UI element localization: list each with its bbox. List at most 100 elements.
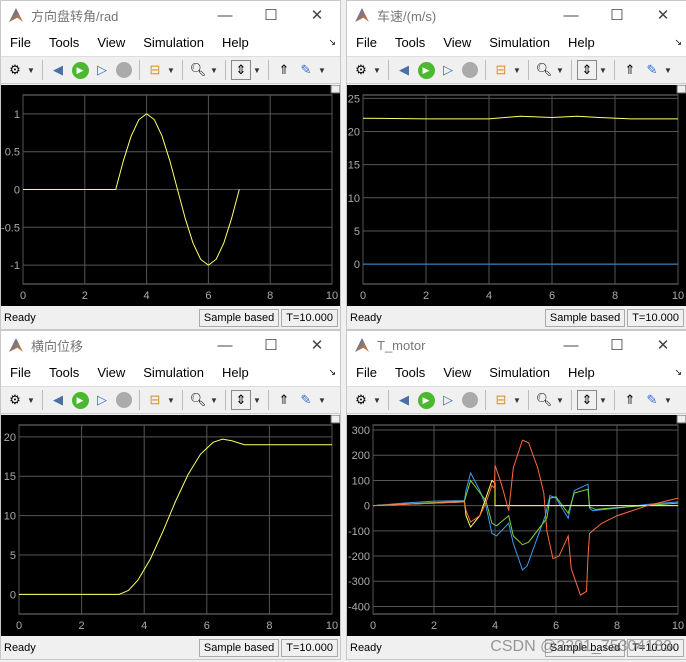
menu-help[interactable]: Help — [559, 35, 604, 50]
stop-button[interactable] — [114, 390, 134, 410]
chevron-down-icon[interactable]: ▼ — [373, 396, 383, 405]
maximize-button[interactable]: ☐ — [594, 336, 640, 354]
plot-area[interactable]: 0 2 4 6 8 10 -1 -0.5 0 0.5 1 — [1, 84, 341, 306]
maximize-button[interactable]: ☐ — [594, 6, 640, 24]
step-forward-icon[interactable]: ▷ — [92, 390, 112, 410]
run-button[interactable]: ▶ — [416, 60, 436, 80]
step-forward-icon[interactable]: ▷ — [438, 60, 458, 80]
chevron-down-icon[interactable]: ▼ — [253, 66, 263, 75]
undock-axes-button[interactable] — [330, 414, 341, 424]
signal-selector-icon[interactable]: ⊟ — [491, 60, 511, 80]
menu-view[interactable]: View — [88, 365, 134, 380]
chevron-down-icon[interactable]: ▼ — [664, 396, 674, 405]
step-back-icon[interactable]: ◀ — [48, 60, 68, 80]
measurements-ruler-icon[interactable]: ✎ — [296, 390, 316, 410]
menu-help[interactable]: Help — [213, 35, 258, 50]
chevron-down-icon[interactable]: ▼ — [556, 396, 566, 405]
step-back-icon[interactable]: ◀ — [48, 390, 68, 410]
stop-button[interactable] — [460, 390, 480, 410]
triggers-icon[interactable]: ⇑ — [274, 60, 294, 80]
menu-simulation[interactable]: Simulation — [480, 35, 559, 50]
chevron-down-icon[interactable]: ▼ — [599, 396, 609, 405]
triggers-icon[interactable]: ⇑ — [620, 390, 640, 410]
minimize-button[interactable]: — — [548, 337, 594, 354]
menu-help[interactable]: Help — [213, 365, 258, 380]
undock-axes-button[interactable] — [676, 84, 686, 94]
menu-simulation[interactable]: Simulation — [134, 365, 213, 380]
autoscale-icon[interactable]: ⇕ — [577, 60, 597, 80]
menu-view[interactable]: View — [88, 35, 134, 50]
menu-simulation[interactable]: Simulation — [134, 35, 213, 50]
dock-arrow-icon[interactable]: ↘ — [674, 37, 682, 48]
dock-arrow-icon[interactable]: ↘ — [328, 367, 336, 378]
step-back-icon[interactable]: ◀ — [394, 390, 414, 410]
triggers-icon[interactable]: ⇑ — [620, 60, 640, 80]
chevron-down-icon[interactable]: ▼ — [513, 66, 523, 75]
triggers-icon[interactable]: ⇑ — [274, 390, 294, 410]
undock-axes-button[interactable] — [330, 84, 341, 94]
menu-tools[interactable]: Tools — [40, 35, 88, 50]
chevron-down-icon[interactable]: ▼ — [27, 396, 37, 405]
menu-tools[interactable]: Tools — [40, 365, 88, 380]
chevron-down-icon[interactable]: ▼ — [318, 66, 328, 75]
signal-selector-icon[interactable]: ⊟ — [145, 390, 165, 410]
settings-gear-icon[interactable]: ⚙ — [351, 390, 371, 410]
chevron-down-icon[interactable]: ▼ — [167, 66, 177, 75]
measurements-ruler-icon[interactable]: ✎ — [642, 60, 662, 80]
close-button[interactable]: ✕ — [294, 336, 340, 354]
menu-view[interactable]: View — [434, 35, 480, 50]
settings-gear-icon[interactable]: ⚙ — [5, 390, 25, 410]
close-button[interactable]: ✕ — [640, 336, 686, 354]
stop-button[interactable] — [460, 60, 480, 80]
zoom-in-icon[interactable]: 🔍︎ — [534, 60, 554, 80]
chevron-down-icon[interactable]: ▼ — [167, 396, 177, 405]
autoscale-icon[interactable]: ⇕ — [577, 390, 597, 410]
plot-area[interactable]: 0 2 4 6 8 10 0 5 10 15 20 25 — [347, 84, 686, 306]
zoom-in-icon[interactable]: 🔍︎ — [188, 390, 208, 410]
close-button[interactable]: ✕ — [640, 6, 686, 24]
maximize-button[interactable]: ☐ — [248, 336, 294, 354]
menu-help[interactable]: Help — [559, 365, 604, 380]
chevron-down-icon[interactable]: ▼ — [599, 66, 609, 75]
dock-arrow-icon[interactable]: ↘ — [328, 37, 336, 48]
plot-area[interactable]: 0 2 4 6 8 10 0 5 10 15 20 — [1, 414, 341, 636]
chevron-down-icon[interactable]: ▼ — [373, 66, 383, 75]
chevron-down-icon[interactable]: ▼ — [27, 66, 37, 75]
menu-file[interactable]: File — [1, 35, 40, 50]
chevron-down-icon[interactable]: ▼ — [210, 66, 220, 75]
chevron-down-icon[interactable]: ▼ — [664, 66, 674, 75]
chevron-down-icon[interactable]: ▼ — [318, 396, 328, 405]
menu-tools[interactable]: Tools — [386, 365, 434, 380]
measurements-ruler-icon[interactable]: ✎ — [296, 60, 316, 80]
maximize-button[interactable]: ☐ — [248, 6, 294, 24]
chevron-down-icon[interactable]: ▼ — [210, 396, 220, 405]
menu-simulation[interactable]: Simulation — [480, 365, 559, 380]
plot-area[interactable]: 0 2 4 6 8 10 -400 -300 -200 -100 0 100 200 300 — [347, 414, 686, 636]
autoscale-icon[interactable]: ⇕ — [231, 60, 251, 80]
menu-file[interactable]: File — [347, 35, 386, 50]
autoscale-icon[interactable]: ⇕ — [231, 390, 251, 410]
menu-file[interactable]: File — [347, 365, 386, 380]
signal-selector-icon[interactable]: ⊟ — [491, 390, 511, 410]
zoom-in-icon[interactable]: 🔍︎ — [188, 60, 208, 80]
run-button[interactable]: ▶ — [70, 390, 90, 410]
menu-tools[interactable]: Tools — [386, 35, 434, 50]
signal-selector-icon[interactable]: ⊟ — [145, 60, 165, 80]
chevron-down-icon[interactable]: ▼ — [513, 396, 523, 405]
step-forward-icon[interactable]: ▷ — [92, 60, 112, 80]
close-button[interactable]: ✕ — [294, 6, 340, 24]
menu-view[interactable]: View — [434, 365, 480, 380]
stop-button[interactable] — [114, 60, 134, 80]
undock-axes-button[interactable] — [676, 414, 686, 424]
measurements-ruler-icon[interactable]: ✎ — [642, 390, 662, 410]
menu-file[interactable]: File — [1, 365, 40, 380]
settings-gear-icon[interactable]: ⚙ — [351, 60, 371, 80]
chevron-down-icon[interactable]: ▼ — [253, 396, 263, 405]
zoom-in-icon[interactable]: 🔍︎ — [534, 390, 554, 410]
minimize-button[interactable]: — — [548, 7, 594, 24]
settings-gear-icon[interactable]: ⚙ — [5, 60, 25, 80]
run-button[interactable]: ▶ — [70, 60, 90, 80]
dock-arrow-icon[interactable]: ↘ — [674, 367, 682, 378]
minimize-button[interactable]: — — [202, 7, 248, 24]
run-button[interactable]: ▶ — [416, 390, 436, 410]
